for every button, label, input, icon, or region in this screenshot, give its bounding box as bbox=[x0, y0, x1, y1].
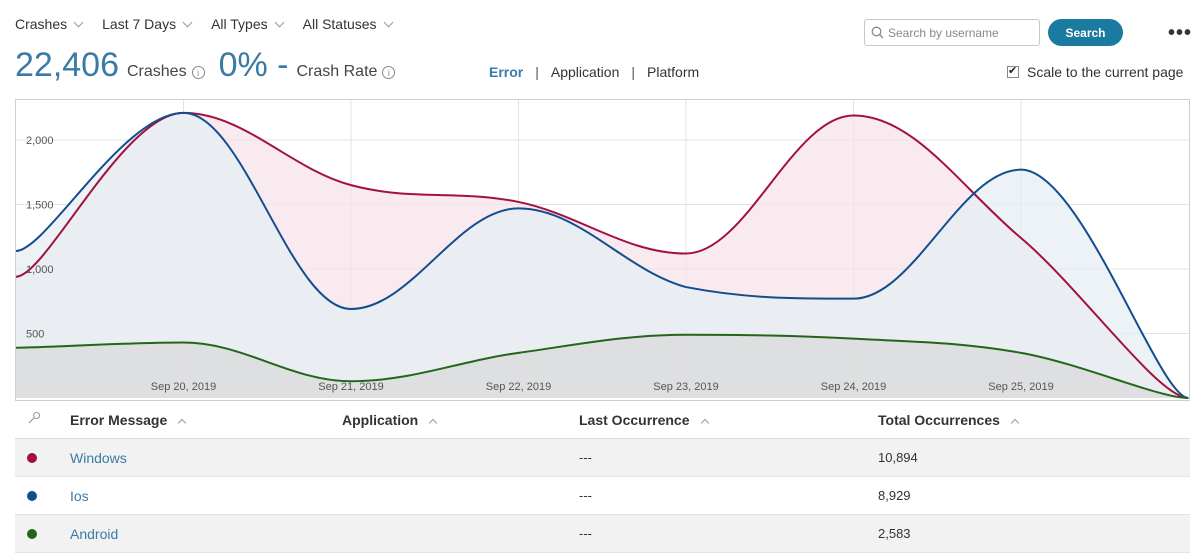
type-dropdown-label: All Types bbox=[211, 16, 268, 32]
time-range-dropdown-label: Last 7 Days bbox=[102, 16, 177, 32]
last-occurrence-cell: --- bbox=[579, 450, 592, 465]
crash-rate-value: 0% - bbox=[218, 46, 289, 84]
header-application[interactable]: Application bbox=[342, 412, 579, 428]
error-message-cell: Ios bbox=[70, 488, 342, 504]
total-occurrences-cell: 8,929 bbox=[878, 488, 911, 503]
total-occurrences-cell: 2,583 bbox=[878, 526, 911, 541]
error-message-cell: Android bbox=[70, 526, 342, 542]
y-tick-label: 1,500 bbox=[26, 200, 54, 212]
chevron-down-icon bbox=[383, 17, 394, 27]
sort-icon[interactable] bbox=[178, 418, 187, 427]
time-range-dropdown[interactable]: Last 7 Days bbox=[102, 16, 193, 32]
crashes-count: 22,406 bbox=[15, 46, 119, 84]
separator: | bbox=[631, 64, 636, 80]
group-by-platform[interactable]: Platform bbox=[647, 64, 699, 80]
chart-svg: 500 1,000 1,500 2,000 Sep 20, 2019 Sep 21, 20… bbox=[16, 100, 1189, 399]
y-tick-label: 500 bbox=[26, 329, 44, 341]
scale-option[interactable]: Scale to the current page bbox=[1007, 64, 1183, 80]
group-by-toggle: Error | Application | Platform bbox=[489, 64, 699, 80]
error-message-link[interactable]: Android bbox=[70, 526, 118, 542]
separator: | bbox=[535, 64, 539, 80]
table-row[interactable]: Android --- 2,583 bbox=[15, 515, 1190, 553]
search-box bbox=[864, 19, 1040, 46]
last-occurrence-cell: --- bbox=[579, 526, 592, 541]
series-color-dot bbox=[27, 452, 37, 463]
pin-column bbox=[15, 411, 70, 428]
info-icon[interactable]: i bbox=[382, 66, 396, 79]
summary-stats: 22,406 Crashes i 0% - Crash Rate i bbox=[15, 46, 396, 85]
group-by-error[interactable]: Error bbox=[489, 64, 523, 80]
header-total-occurrences-label: Total Occurrences bbox=[878, 411, 1000, 428]
chevron-down-icon bbox=[73, 17, 84, 27]
x-tick-label: Sep 23, 2019 bbox=[653, 381, 718, 393]
group-by-application[interactable]: Application bbox=[551, 64, 620, 80]
error-message-link[interactable]: Ios bbox=[70, 488, 89, 504]
table-row[interactable]: Ios --- 8,929 bbox=[15, 477, 1190, 515]
header-last-occurrence[interactable]: Last Occurrence bbox=[579, 412, 878, 428]
x-tick-label: Sep 20, 2019 bbox=[151, 381, 216, 393]
sort-icon[interactable] bbox=[1010, 418, 1020, 427]
search-icon bbox=[871, 26, 884, 39]
sort-icon[interactable] bbox=[428, 418, 438, 427]
header-application-label: Application bbox=[342, 411, 419, 428]
table-row[interactable]: Windows --- 10,894 bbox=[15, 439, 1190, 477]
filter-bar: Crashes Last 7 Days All Types All Status… bbox=[15, 16, 412, 32]
info-icon[interactable]: i bbox=[191, 66, 205, 79]
series-color-cell bbox=[15, 488, 70, 504]
header-error-message[interactable]: Error Message bbox=[70, 412, 342, 428]
metric-dropdown[interactable]: Crashes bbox=[15, 16, 84, 32]
error-table: Error Message Application Last Occurrenc… bbox=[15, 401, 1190, 553]
table-body: Windows --- 10,894 Ios --- 8,929 Android --- 2,5… bbox=[15, 439, 1190, 553]
series-color-cell bbox=[15, 450, 70, 466]
y-tick-label: 1,000 bbox=[26, 264, 54, 276]
more-options-icon[interactable]: ••• bbox=[1168, 22, 1192, 45]
scale-label: Scale to the current page bbox=[1027, 64, 1184, 80]
header-last-occurrence-label: Last Occurrence bbox=[579, 411, 690, 428]
total-occurrences-cell: 10,894 bbox=[878, 450, 918, 465]
metric-dropdown-label: Crashes bbox=[15, 16, 68, 32]
chevron-down-icon bbox=[274, 17, 285, 27]
error-message-link[interactable]: Windows bbox=[70, 450, 127, 466]
scale-checkbox[interactable] bbox=[1007, 64, 1019, 78]
status-dropdown-label: All Statuses bbox=[302, 16, 377, 32]
header-error-message-label: Error Message bbox=[70, 411, 168, 428]
table-header: Error Message Application Last Occurrenc… bbox=[15, 401, 1190, 439]
pin-icon[interactable] bbox=[27, 411, 41, 425]
error-message-cell: Windows bbox=[70, 450, 342, 466]
x-tick-label: Sep 22, 2019 bbox=[486, 381, 551, 393]
search-input[interactable] bbox=[888, 25, 1033, 40]
sort-icon[interactable] bbox=[700, 418, 709, 427]
crashes-label: Crashes bbox=[127, 63, 187, 80]
status-dropdown[interactable]: All Statuses bbox=[302, 16, 394, 32]
x-tick-label: Sep 24, 2019 bbox=[821, 381, 886, 393]
search-button[interactable]: Search bbox=[1048, 19, 1123, 46]
chevron-down-icon bbox=[182, 17, 193, 27]
series-color-dot bbox=[27, 490, 37, 501]
x-tick-label: Sep 25, 2019 bbox=[988, 381, 1053, 393]
x-tick-label: Sep 21, 2019 bbox=[318, 381, 383, 393]
last-occurrence-cell: --- bbox=[579, 488, 592, 503]
y-tick-label: 2,000 bbox=[26, 135, 54, 147]
type-dropdown[interactable]: All Types bbox=[211, 16, 285, 32]
series-color-cell bbox=[15, 526, 70, 542]
crash-chart: 500 1,000 1,500 2,000 Sep 20, 2019 Sep 21, 20… bbox=[15, 99, 1190, 401]
series-color-dot bbox=[27, 528, 37, 539]
header-total-occurrences[interactable]: Total Occurrences bbox=[878, 412, 1178, 428]
crash-rate-label: Crash Rate bbox=[296, 63, 378, 80]
